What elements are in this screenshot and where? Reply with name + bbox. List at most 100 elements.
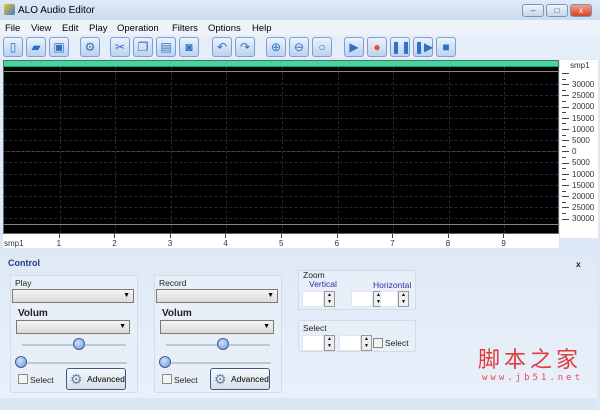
- play-position-thumb[interactable]: [15, 356, 27, 368]
- select-group-label: Select: [303, 323, 327, 333]
- waveform-view[interactable]: [3, 60, 559, 234]
- scale-label: 25000: [572, 203, 595, 213]
- vertical-zoom-spinner[interactable]: ▲ ▼: [302, 291, 336, 307]
- play-button[interactable]: ▶: [344, 37, 364, 57]
- play-next-button[interactable]: ❚▶: [413, 37, 433, 57]
- scale-label: 20000: [572, 102, 595, 112]
- scale-tick: [562, 162, 569, 164]
- record-select-label: Select: [174, 375, 198, 385]
- time-ruler: smp1 1 2 3 4 5 6 7 8 9: [3, 234, 559, 248]
- ruler-tick: [114, 234, 116, 238]
- open-icon: ▰: [31, 40, 41, 54]
- copy-button[interactable]: ❐: [133, 37, 153, 57]
- pause-button[interactable]: ❚❚: [390, 37, 411, 57]
- record-select-checkbox[interactable]: [162, 374, 172, 384]
- stop-button[interactable]: ■: [436, 37, 456, 57]
- play-device-select[interactable]: ▼: [12, 289, 134, 303]
- play-position-slider[interactable]: [17, 362, 127, 364]
- dropdown-arrow-icon: ▼: [267, 292, 274, 299]
- play-select-checkbox[interactable]: [18, 374, 28, 384]
- scale-tick: [562, 95, 569, 97]
- record-position-thumb[interactable]: [159, 356, 171, 368]
- zoom-in-icon: ⊕: [270, 40, 282, 54]
- overview-bar[interactable]: [4, 61, 558, 67]
- watermark-logo: 脚本之家: [478, 348, 583, 373]
- grid-hline: [4, 95, 558, 97]
- grid-hline: [4, 173, 558, 175]
- record-button[interactable]: ●: [367, 37, 387, 57]
- scale-tick: [562, 185, 569, 186]
- menu-file[interactable]: File: [5, 23, 20, 34]
- minimize-button[interactable]: –: [522, 4, 544, 17]
- dropdown-arrow-icon: ▼: [263, 323, 270, 330]
- zoom-in-button[interactable]: ⊕: [266, 37, 286, 57]
- ruler-tick: [447, 234, 449, 238]
- select-start-spinner[interactable]: ▲ ▼: [302, 335, 336, 351]
- scale-label: 5000: [572, 136, 590, 145]
- redo-button[interactable]: ↷: [235, 37, 255, 57]
- window-title: ALO Audio Editor: [18, 5, 95, 16]
- play-advanced-button[interactable]: ⚙ Advanced: [66, 368, 126, 390]
- record-volume-select[interactable]: ▼: [160, 320, 274, 334]
- scale-tick: [562, 207, 569, 209]
- maximize-button[interactable]: □: [546, 4, 568, 17]
- scale-label: 25000: [572, 91, 595, 101]
- cut-button[interactable]: ✂: [110, 37, 130, 57]
- select-end-spinner[interactable]: ▲ ▼: [339, 335, 373, 351]
- toolbar: ▯ ▰ ▣ ⚙ ✂ ❐ ▤ ◙ ↶ ↷ ⊕ ⊖ ○ ▶ ● ❚❚ ❚▶ ■: [0, 35, 600, 59]
- play-volume-label: Volum: [18, 308, 48, 319]
- menu-edit[interactable]: Edit: [62, 23, 78, 34]
- mix-paste-icon: ◙: [185, 40, 193, 54]
- record-volume-thumb[interactable]: [217, 338, 230, 350]
- scale-tick: [562, 106, 569, 108]
- scale-tick: [562, 168, 566, 170]
- status-bar: [0, 398, 597, 410]
- record-device-select[interactable]: ▼: [156, 289, 278, 303]
- record-advanced-button[interactable]: ⚙ Advanced: [210, 368, 270, 390]
- menu-view[interactable]: View: [31, 23, 51, 34]
- new-button[interactable]: ▯: [3, 37, 23, 57]
- stop-icon: ■: [442, 40, 450, 54]
- menu-play[interactable]: Play: [89, 23, 107, 34]
- menu-options[interactable]: Options: [208, 23, 241, 34]
- paste-button[interactable]: ▤: [156, 37, 176, 57]
- save-button[interactable]: ▣: [49, 37, 69, 57]
- menu-operation[interactable]: Operation: [117, 23, 159, 34]
- settings-button[interactable]: ⚙: [80, 37, 100, 57]
- play-volume-thumb[interactable]: [73, 338, 86, 350]
- mix-paste-button[interactable]: ◙: [179, 37, 199, 57]
- play-volume-select[interactable]: ▼: [16, 320, 130, 334]
- vertical-label: Vertical: [309, 279, 337, 289]
- undo-button[interactable]: ↶: [212, 37, 232, 57]
- scale-label: 20000: [572, 192, 595, 201]
- grid-hline: [4, 84, 558, 85]
- scale-tick: [562, 129, 569, 130]
- select-checkbox[interactable]: [373, 338, 383, 348]
- zoom-fit-icon: ○: [318, 40, 326, 54]
- menu-help[interactable]: Help: [252, 23, 272, 34]
- title-bar: ALO Audio Editor – □ x: [0, 0, 600, 20]
- ruler-label: 5: [279, 239, 284, 248]
- advanced-label: Advanced: [231, 374, 269, 384]
- scale-label: 10000: [572, 169, 595, 179]
- control-close-button[interactable]: x: [576, 259, 581, 269]
- watermark-url: www.jb51.net: [482, 373, 584, 383]
- gear-icon: ⚙: [70, 371, 83, 387]
- zoom-out-button[interactable]: ⊖: [289, 37, 309, 57]
- scale-tick: [562, 173, 569, 175]
- advanced-label: Advanced: [87, 374, 125, 384]
- record-position-slider[interactable]: [161, 362, 271, 364]
- close-button[interactable]: x: [570, 4, 592, 17]
- grid-vline: [59, 67, 61, 233]
- menu-filters[interactable]: Filters: [172, 23, 198, 34]
- ruler-tick: [225, 234, 227, 238]
- ruler-tick: [169, 234, 171, 238]
- open-button[interactable]: ▰: [26, 37, 46, 57]
- scale-tick: [562, 140, 569, 142]
- scale-label: 10000: [572, 124, 595, 134]
- horizontal-zoom-spinner-2[interactable]: ▲ ▼: [380, 291, 410, 307]
- zoom-fit-button[interactable]: ○: [312, 37, 332, 57]
- grid-vline: [170, 67, 172, 233]
- scale-tick: [562, 145, 566, 147]
- grid-vline: [282, 67, 283, 233]
